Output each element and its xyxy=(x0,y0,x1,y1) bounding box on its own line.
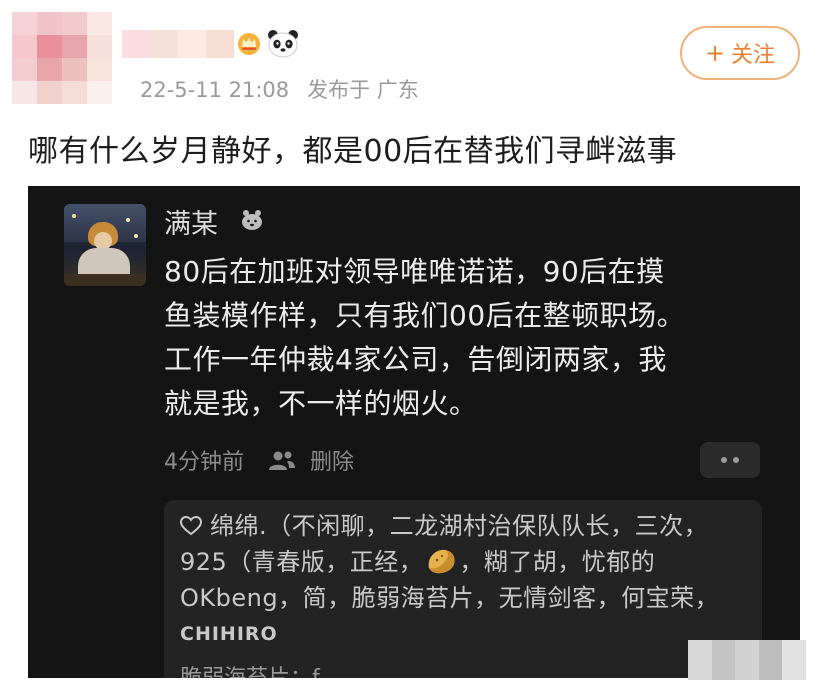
follow-button[interactable]: + 关注 xyxy=(680,26,800,80)
follow-label: 关注 xyxy=(731,43,776,68)
reply-preview[interactable]: 脆弱海苔片：f xyxy=(180,660,320,678)
plus-icon: + xyxy=(704,39,726,67)
likes-line: CHIHIRO xyxy=(180,623,278,645)
cookie-emoji-icon xyxy=(429,549,455,574)
more-dots-icon[interactable] xyxy=(700,442,760,478)
likes-line: ，糊了胡，忧郁的 xyxy=(459,548,656,576)
comment-line: 工作一年仲裁4家公司，告倒闭两家，我 xyxy=(164,343,667,376)
commenter-name: 满某 xyxy=(164,209,218,240)
crown-icon xyxy=(238,33,260,55)
post-text: 哪有什么岁月静好，都是00后在替我们寻衅滋事 xyxy=(28,134,678,169)
post-timestamp: 22-5-11 21:08 xyxy=(140,78,290,102)
comment-meta: 4分钟前 删除 xyxy=(164,444,354,476)
likes-line: 绵绵.（不闲聊，二龙湖村治保队队长，三次， xyxy=(210,512,709,540)
delete-link[interactable]: 删除 xyxy=(310,444,354,476)
comment-line: 80后在加班对领导唯唯诺诺，90后在摸 xyxy=(164,255,665,288)
comment-body: 80后在加班对领导唯唯诺诺，90后在摸 鱼装模作样，只有我们00后在整顿职场。 … xyxy=(164,250,784,426)
heart-icon xyxy=(180,516,202,536)
panda-icon xyxy=(268,30,298,58)
comment-line: 鱼装模作样，只有我们00后在整顿职场。 xyxy=(164,299,686,332)
likes-box[interactable]: 绵绵.（不闲聊，二龙湖村治保队队长，三次， 925（青春版，正经， ，糊了胡，忧… xyxy=(164,500,762,678)
watermark-redacted xyxy=(688,640,806,680)
post-location: 发布于 广东 xyxy=(307,78,419,102)
author-name-redacted[interactable] xyxy=(122,30,234,58)
commenter-avatar xyxy=(64,204,146,286)
comment-time: 4分钟前 xyxy=(164,450,244,475)
embedded-screenshot[interactable]: 满某 80后在加班对领导唯唯诺诺，90后在摸 鱼装模作样，只有我们00后在整顿职… xyxy=(28,186,800,678)
likes-list: 绵绵.（不闲聊，二龙湖村治保队队长，三次， 925（青春版，正经， ，糊了胡，忧… xyxy=(180,508,760,652)
likes-line: OKbeng，简，脆弱海苔片，无情剑客，何宝荣， xyxy=(180,584,720,612)
post-meta: 22-5-11 21:08 发布于 广东 xyxy=(140,74,419,104)
likes-line: 925（青春版，正经， xyxy=(180,548,424,576)
comment-line: 就是我，不一样的烟火。 xyxy=(164,387,478,420)
bear-icon xyxy=(242,210,262,230)
people-icon[interactable] xyxy=(268,449,296,471)
author-avatar-pixelated[interactable] xyxy=(12,12,112,104)
